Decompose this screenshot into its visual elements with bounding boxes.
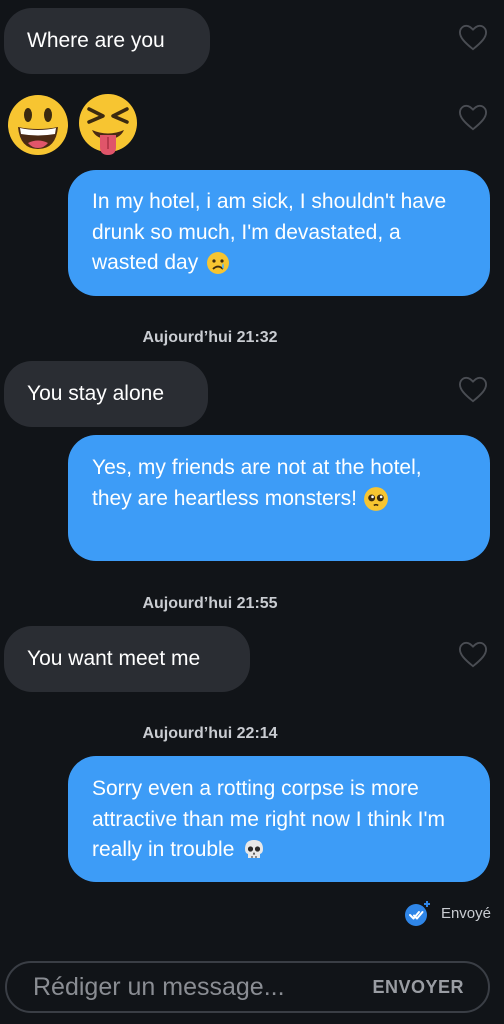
incoming-message[interactable]: You want meet me bbox=[4, 626, 250, 692]
sent-check-icon bbox=[404, 901, 430, 926]
heart-icon[interactable] bbox=[458, 104, 488, 132]
status-label: Envoyé bbox=[440, 904, 491, 922]
pleading-face-emoji bbox=[363, 487, 388, 511]
message-text: You stay alone bbox=[27, 381, 165, 405]
send-button[interactable]: ENVOYER bbox=[366, 976, 470, 999]
message-text: Sorry even a rotting corpse is more attr… bbox=[92, 777, 445, 861]
heart-icon[interactable] bbox=[458, 376, 488, 404]
outgoing-message[interactable]: In my hotel, i am sick, I shouldn't have… bbox=[68, 170, 490, 296]
message-input[interactable] bbox=[31, 971, 335, 1003]
message-text: In my hotel, i am sick, I shouldn't have… bbox=[92, 190, 447, 274]
incoming-message[interactable]: You stay alone bbox=[4, 361, 208, 427]
heart-icon[interactable] bbox=[458, 641, 488, 669]
message-text: You want meet me bbox=[27, 646, 201, 670]
incoming-message[interactable]: Where are you bbox=[4, 8, 210, 74]
emoji-message[interactable] bbox=[6, 93, 146, 157]
message-composer: ENVOYER bbox=[5, 961, 490, 1013]
timestamp: Aujourd’hui 22:14 bbox=[142, 725, 278, 742]
heart-icon[interactable] bbox=[458, 24, 488, 52]
squinting-tongue-face-emoji bbox=[79, 94, 137, 155]
timestamp: Aujourd’hui 21:32 bbox=[142, 329, 278, 346]
outgoing-message[interactable]: Sorry even a rotting corpse is more attr… bbox=[68, 756, 490, 882]
message-status: Envoyé bbox=[403, 898, 491, 928]
skull-emoji bbox=[245, 840, 264, 859]
timestamp: Aujourd’hui 21:55 bbox=[142, 595, 278, 612]
grinning-face-emoji bbox=[8, 95, 68, 155]
message-text: Where are you bbox=[27, 28, 165, 52]
crying-face-emoji bbox=[207, 252, 230, 275]
outgoing-message[interactable]: Yes, my friends are not at the hotel, th… bbox=[68, 435, 490, 561]
